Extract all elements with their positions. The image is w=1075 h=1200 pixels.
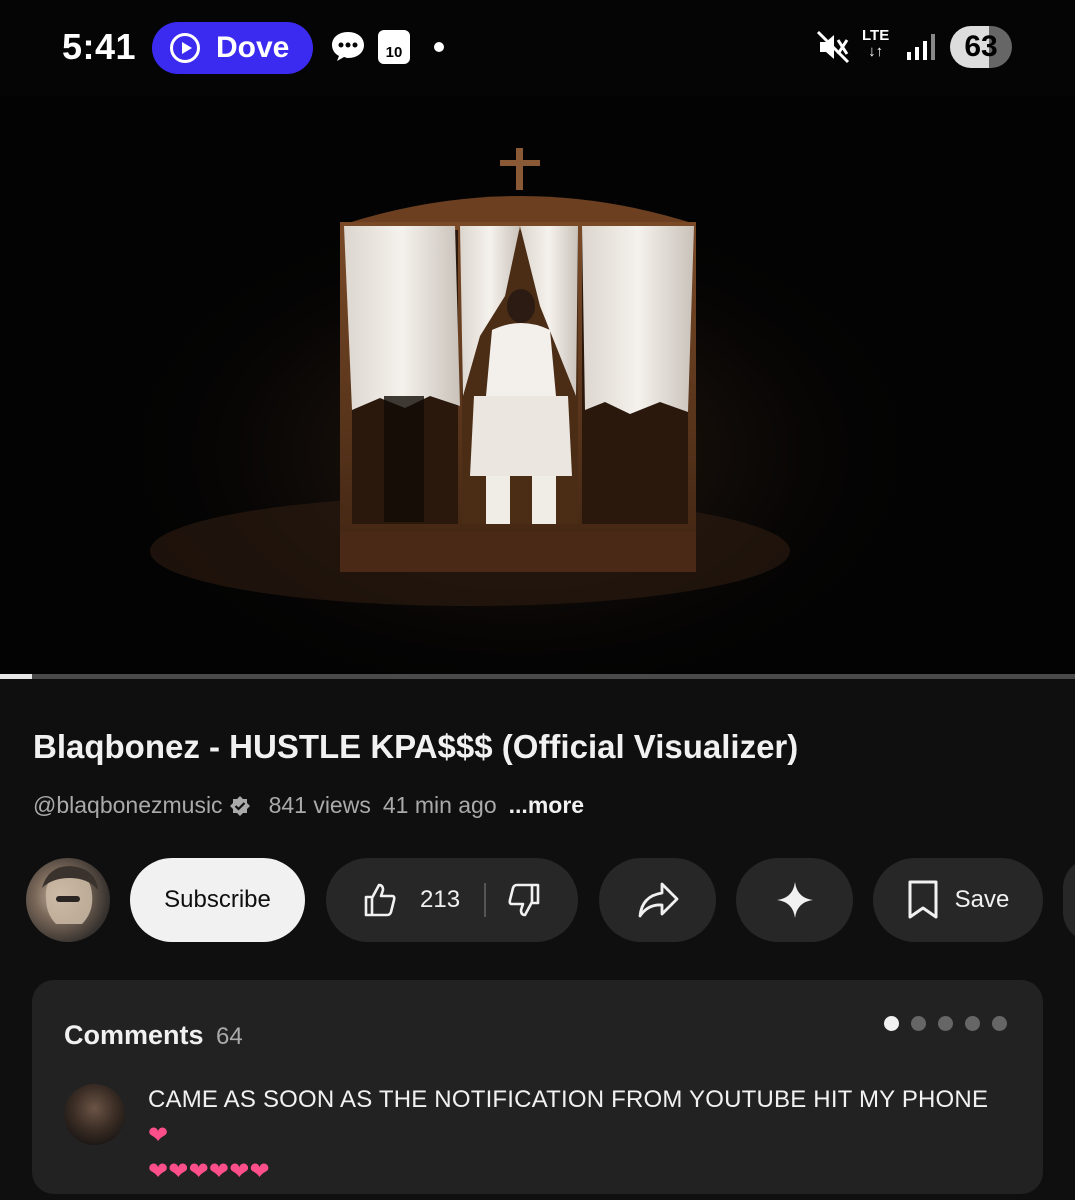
like-divider: [484, 883, 487, 917]
top-comment-text: CAME AS SOON AS THE NOTIFICATION FROM YO…: [148, 1086, 989, 1113]
message-icon: [332, 32, 364, 61]
channel-handle[interactable]: @blaqbonezmusic: [33, 792, 223, 819]
mute-icon: [816, 30, 850, 64]
more-actions-button[interactable]: [1063, 858, 1075, 942]
save-label: Save: [954, 886, 1010, 913]
comments-panel[interactable]: Comments 64 CAME AS SOON AS THE NOTIFICA…: [32, 980, 1043, 1194]
signal-icon: [907, 34, 935, 60]
play-circle-icon: [170, 33, 200, 63]
pager-dot[interactable]: [884, 1016, 899, 1031]
share-button[interactable]: [599, 858, 716, 942]
calendar-day: 10: [385, 44, 403, 61]
status-bar: 5:41 Dove 10 LTE ↓↑ 63: [0, 0, 1075, 96]
sparkle-icon: [776, 882, 813, 918]
thumbs-up-icon[interactable]: [362, 882, 398, 918]
subscribe-button[interactable]: Subscribe: [130, 858, 305, 942]
verified-icon: [229, 795, 250, 816]
thumbs-down-icon[interactable]: [506, 882, 542, 918]
video-meta[interactable]: @blaqbonezmusic 841 views 41 min ago ...…: [33, 792, 584, 819]
upload-age: 41 min ago: [382, 792, 497, 818]
avatar-image: [42, 866, 98, 924]
data-arrows-icon: ↓↑: [868, 43, 884, 60]
like-count: 213: [420, 886, 461, 913]
comments-pager: [872, 1016, 1007, 1031]
video-title[interactable]: Blaqbonez - HUSTLE KPA$$$ (Official Visu…: [33, 728, 798, 766]
commenter-avatar[interactable]: [64, 1084, 125, 1145]
lte-icon: LTE ↓↑: [862, 28, 889, 60]
save-button[interactable]: Save: [873, 858, 1043, 942]
comments-count: 64: [216, 1023, 243, 1050]
share-icon: [638, 882, 678, 918]
heart-emoji-row: ❤❤❤❤❤❤: [148, 1158, 270, 1185]
pager-dot[interactable]: [992, 1016, 1007, 1031]
video-progress-fill: [0, 674, 33, 679]
heart-emoji: ❤: [148, 1122, 169, 1149]
calendar-icon: 10: [378, 30, 410, 64]
status-time: 5:41: [62, 26, 137, 67]
battery-level: 63: [964, 30, 998, 63]
like-dislike-group: 213: [326, 858, 578, 942]
pager-dot[interactable]: [965, 1016, 980, 1031]
pager-dot[interactable]: [938, 1016, 953, 1031]
dove-pill-label: Dove: [216, 31, 290, 64]
view-count: 841 views: [268, 792, 371, 818]
dove-app-pill[interactable]: Dove: [152, 22, 313, 74]
channel-avatar[interactable]: [26, 858, 110, 942]
more-link[interactable]: ...more: [509, 792, 584, 819]
comments-title: Comments: [64, 1020, 204, 1050]
top-comment: CAME AS SOON AS THE NOTIFICATION FROM YO…: [148, 1082, 1008, 1190]
battery-icon: 63: [950, 26, 1012, 68]
video-player[interactable]: [0, 96, 1075, 674]
ask-ai-button[interactable]: [736, 858, 853, 942]
network-label: LTE: [862, 27, 890, 44]
bookmark-icon: [908, 880, 938, 919]
video-frame-image: [0, 96, 1075, 674]
notification-dot-icon: [434, 42, 444, 52]
youtube-watch-screen: 5:41 Dove 10 LTE ↓↑ 63 Blaqbonez - HUSTL…: [0, 0, 1075, 1200]
pager-dot[interactable]: [911, 1016, 926, 1031]
video-progress-bar[interactable]: [0, 674, 1075, 679]
